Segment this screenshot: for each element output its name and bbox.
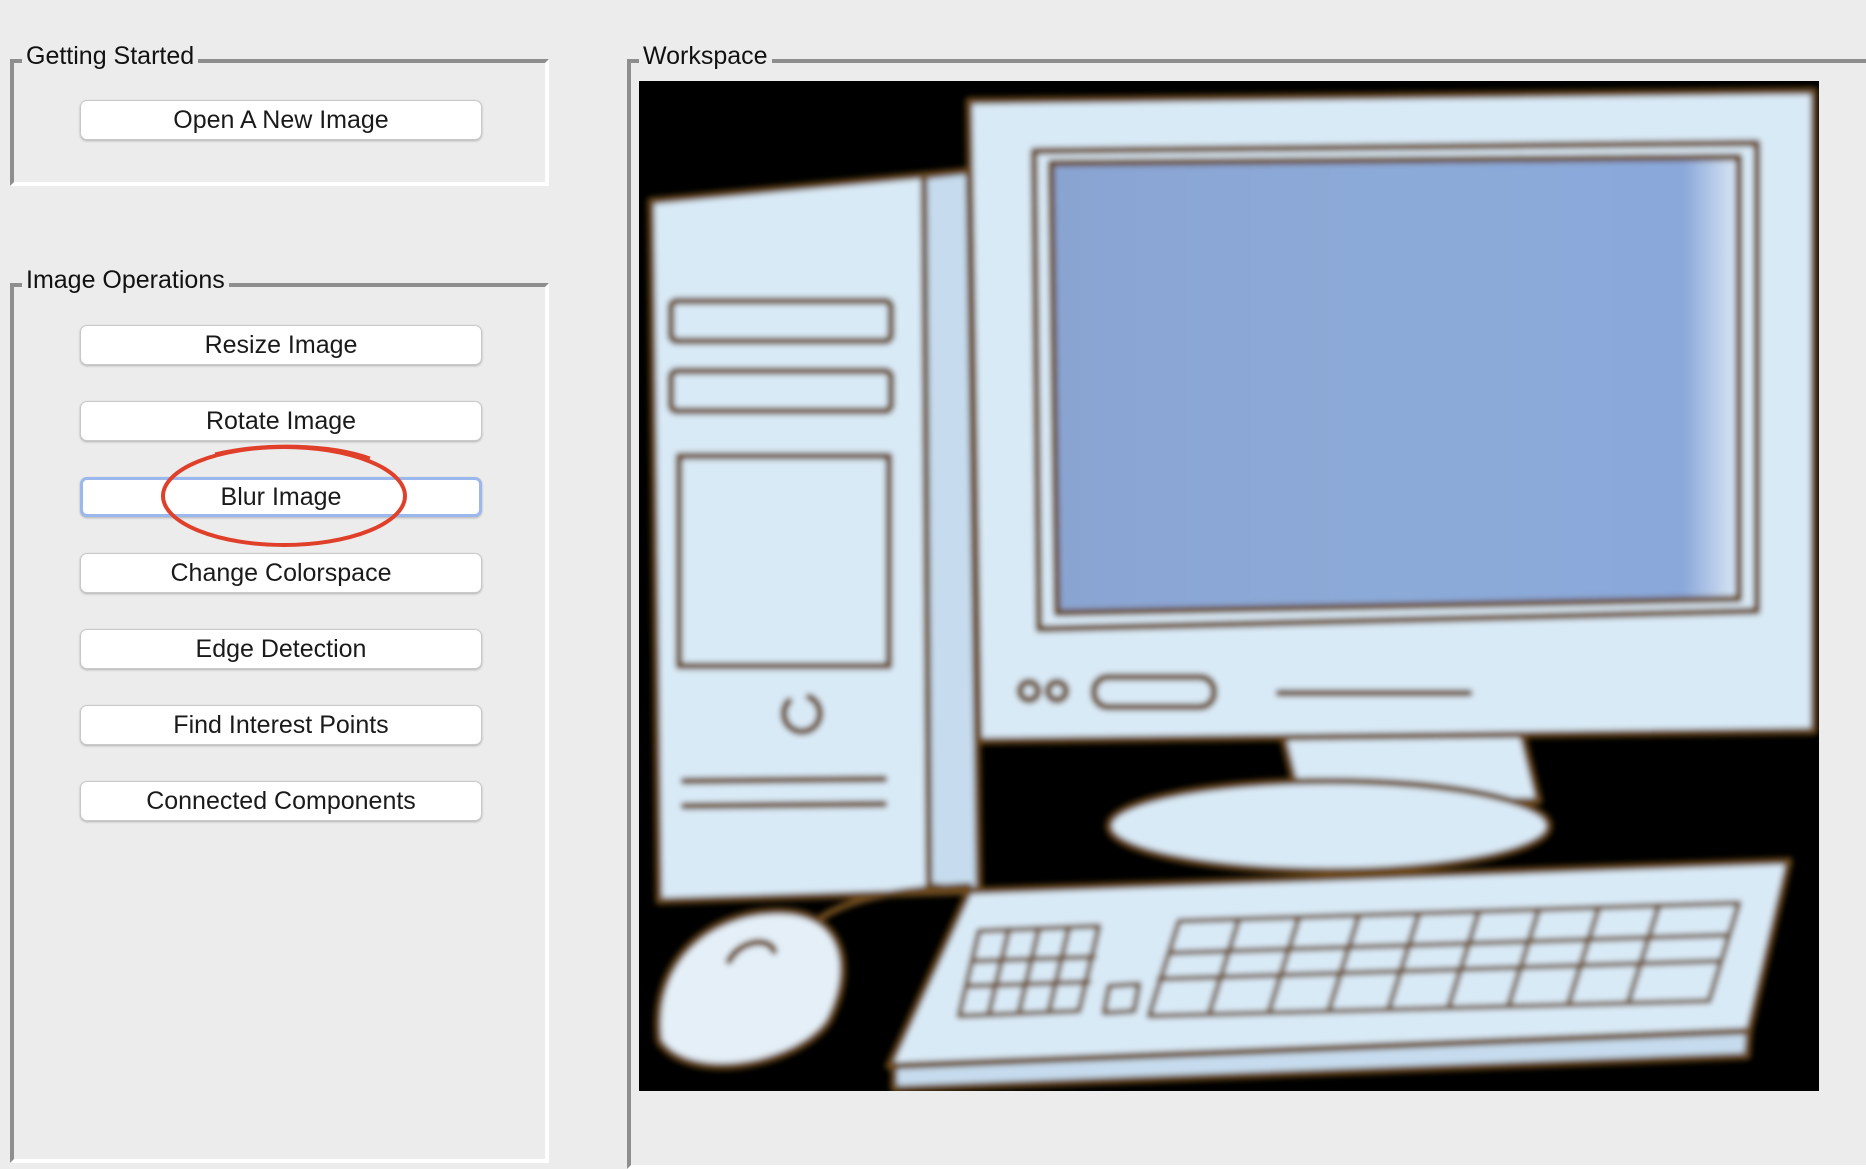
find-interest-points-button[interactable]: Find Interest Points [80, 705, 482, 745]
getting-started-title: Getting Started [22, 39, 199, 73]
getting-started-group: Getting Started Open A New Image [10, 39, 549, 186]
resize-image-button[interactable]: Resize Image [80, 325, 482, 365]
workspace-group: Workspace [627, 39, 1866, 1169]
workspace-image [639, 81, 1819, 1091]
change-colorspace-button[interactable]: Change Colorspace [80, 553, 482, 593]
open-new-image-button[interactable]: Open A New Image [80, 100, 482, 140]
blur-image-button[interactable]: Blur Image [80, 477, 482, 517]
workspace-title: Workspace [639, 39, 772, 73]
connected-components-button[interactable]: Connected Components [80, 781, 482, 821]
rotate-image-button[interactable]: Rotate Image [80, 401, 482, 441]
image-operations-title: Image Operations [22, 263, 229, 297]
edge-detection-button[interactable]: Edge Detection [80, 629, 482, 669]
image-operations-group: Image Operations Resize Image Rotate Ima… [10, 263, 549, 1163]
